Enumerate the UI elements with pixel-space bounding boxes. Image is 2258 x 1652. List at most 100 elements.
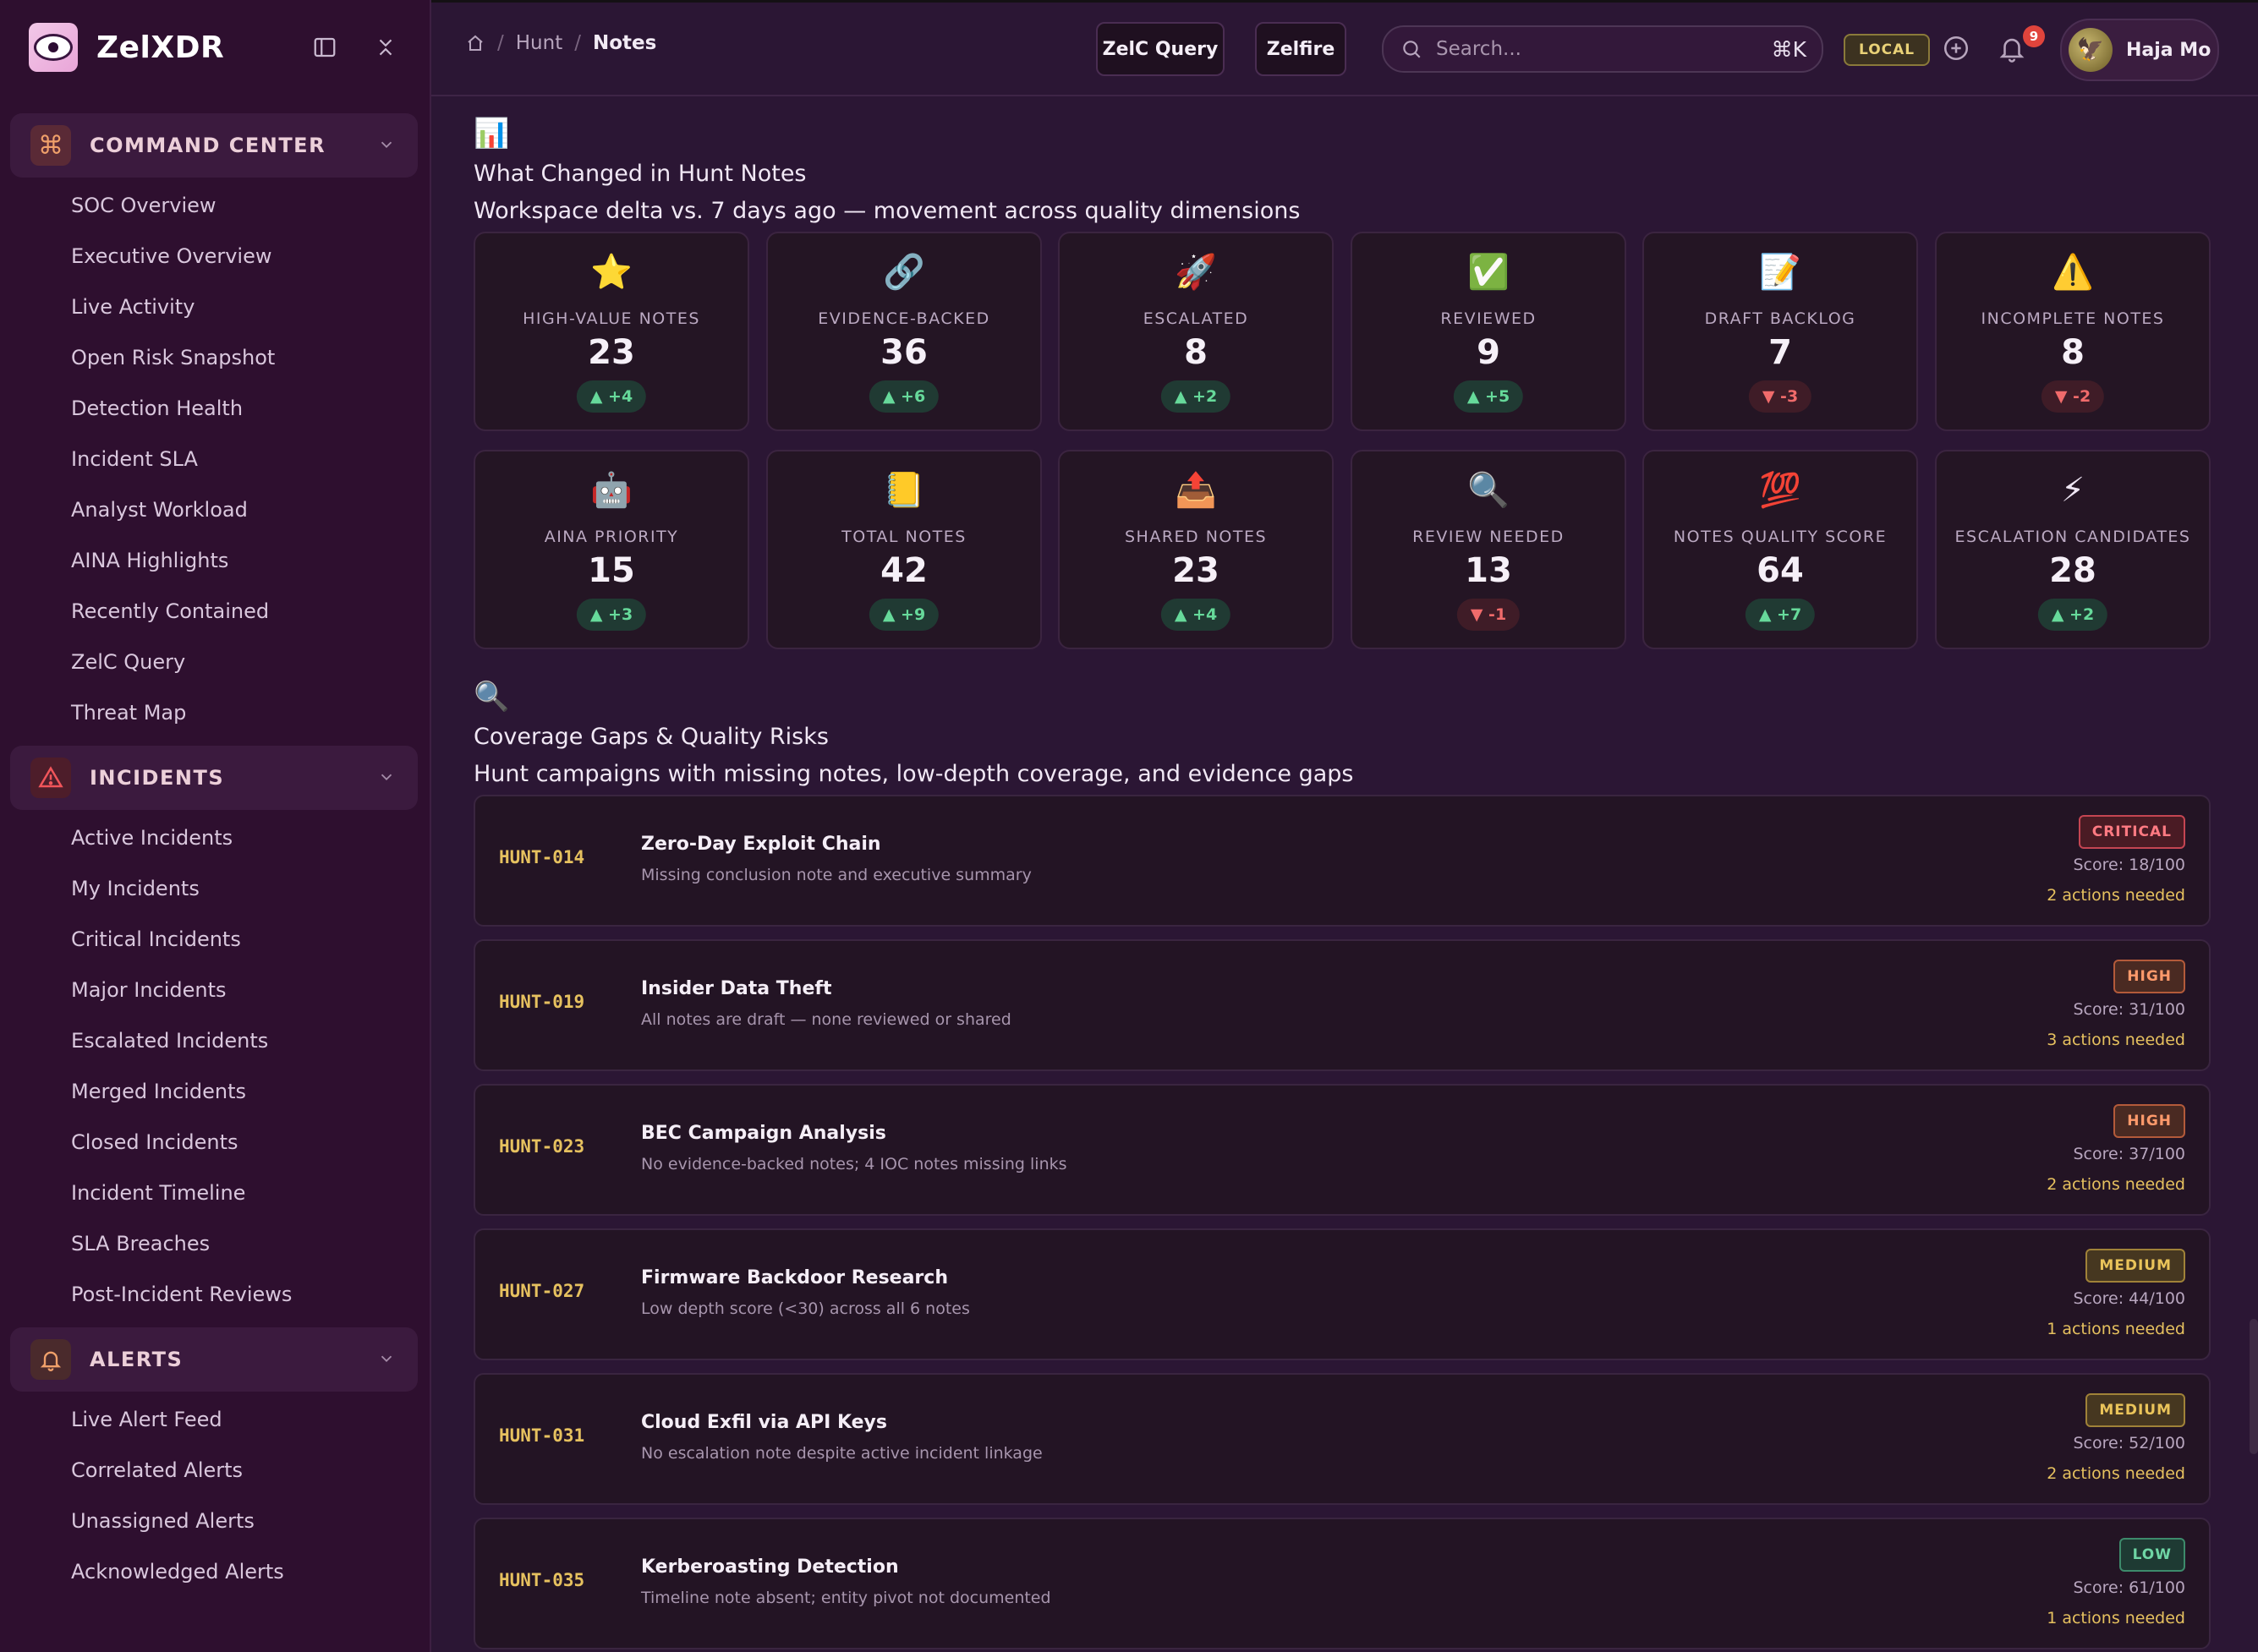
zelfire-button[interactable]: Zelfire: [1255, 22, 1346, 76]
stat-card[interactable]: ⚠️ INCOMPLETE NOTES 8 ▼ -2: [1935, 232, 2211, 431]
search-shortcut: ⌘K: [1771, 36, 1806, 62]
sidebar-item-analyst-workload[interactable]: Analyst Workload: [71, 498, 248, 522]
stat-label: ESCALATION CANDIDATES: [1954, 528, 2191, 546]
sidebar-item-zelc-query[interactable]: ZelC Query: [71, 650, 185, 674]
breadcrumb-hunt[interactable]: Hunt: [516, 32, 562, 54]
home-icon[interactable]: [465, 33, 485, 53]
stat-card[interactable]: ⭐ HIGH-VALUE NOTES 23 ▲ +4: [474, 232, 749, 431]
sidebar-item-detection-health[interactable]: Detection Health: [71, 397, 243, 420]
sidebar-item-incident-timeline[interactable]: Incident Timeline: [71, 1181, 245, 1205]
stat-icon: 🔗: [883, 253, 925, 292]
actions-needed[interactable]: 2 actions needed: [2047, 886, 2185, 905]
sidebar-item-my-incidents[interactable]: My Incidents: [71, 877, 200, 900]
quality-score: Score: 52/100: [2073, 1434, 2186, 1452]
stat-card[interactable]: 🚀 ESCALATED 8 ▲ +2: [1058, 232, 1334, 431]
sidebar-item-open-risk-snapshot[interactable]: Open Risk Snapshot: [71, 346, 275, 369]
sidebar-item-escalated-incidents[interactable]: Escalated Incidents: [71, 1029, 268, 1053]
stat-card[interactable]: ✅ REVIEWED 9 ▲ +5: [1351, 232, 1626, 431]
sidebar-item-incident-sla[interactable]: Incident SLA: [71, 447, 198, 471]
add-icon[interactable]: [1942, 34, 1970, 66]
stat-card[interactable]: ⚡ ESCALATION CANDIDATES 28 ▲ +2: [1935, 450, 2211, 649]
stat-label: REVIEWED: [1440, 309, 1537, 328]
search-icon: [1403, 41, 1421, 58]
hunt-id[interactable]: HUNT-035: [499, 1570, 584, 1590]
section-label: INCIDENTS: [90, 766, 225, 790]
sidebar-item-soc-overview[interactable]: SOC Overview: [71, 194, 216, 217]
gap-row[interactable]: HUNT-023 BEC Campaign Analysis No evidence…: [474, 1084, 2211, 1216]
actions-needed[interactable]: 3 actions needed: [2047, 1031, 2185, 1049]
stat-card[interactable]: 📝 DRAFT BACKLOG 7 ▼ -3: [1642, 232, 1918, 431]
sidebar-item-executive-overview[interactable]: Executive Overview: [71, 244, 271, 268]
stat-value: 15: [588, 551, 635, 590]
sidebar-item-closed-incidents[interactable]: Closed Incidents: [71, 1130, 238, 1154]
stat-icon: 📒: [883, 471, 925, 510]
section-alerts[interactable]: ALERTS: [10, 1327, 418, 1392]
stat-icon: 🤖: [590, 471, 633, 510]
search-input[interactable]: Search... ⌘K: [1382, 25, 1823, 73]
stat-card[interactable]: 📤 SHARED NOTES 23 ▲ +4: [1058, 450, 1334, 649]
gap-row[interactable]: HUNT-014 Zero-Day Exploit Chain Missing co…: [474, 795, 2211, 927]
stat-card[interactable]: 💯 NOTES QUALITY SCORE 64 ▲ +7: [1642, 450, 1918, 649]
sidebar-item-critical-incidents[interactable]: Critical Incidents: [71, 927, 241, 951]
hunt-gap-description: No evidence-backed notes; 4 IOC notes mi…: [641, 1155, 1067, 1173]
sidebar-item-sla-breaches[interactable]: SLA Breaches: [71, 1232, 210, 1255]
sidebar-item-acknowledged-alerts[interactable]: Acknowledged Alerts: [71, 1560, 284, 1584]
section-incidents[interactable]: INCIDENTS: [10, 746, 418, 810]
stat-icon: ⚠️: [2052, 253, 2094, 292]
stat-value: 7: [1768, 333, 1792, 372]
sidebar-item-unassigned-alerts[interactable]: Unassigned Alerts: [71, 1509, 255, 1533]
hunt-id[interactable]: HUNT-014: [499, 847, 584, 867]
changes-title: What Changed in Hunt Notes: [474, 161, 807, 187]
notifications-bell-icon[interactable]: [1998, 34, 2026, 66]
sidebar-item-threat-map[interactable]: Threat Map: [71, 701, 186, 725]
sidebar-item-live-alert-feed[interactable]: Live Alert Feed: [71, 1408, 222, 1431]
breadcrumb-separator: /: [497, 32, 504, 54]
gap-row[interactable]: HUNT-035 Kerberoasting Detection Timeline …: [474, 1518, 2211, 1649]
hunt-title: Firmware Backdoor Research: [641, 1267, 948, 1288]
gap-row[interactable]: HUNT-019 Insider Data Theft All notes are …: [474, 939, 2211, 1071]
stat-icon: 📝: [1759, 253, 1801, 292]
collapse-all-icon[interactable]: [369, 30, 403, 64]
hunt-id[interactable]: HUNT-027: [499, 1281, 584, 1301]
stat-label: DRAFT BACKLOG: [1704, 309, 1856, 328]
actions-needed[interactable]: 1 actions needed: [2047, 1320, 2185, 1338]
actions-needed[interactable]: 2 actions needed: [2047, 1175, 2185, 1194]
hunt-id[interactable]: HUNT-023: [499, 1136, 584, 1157]
hunt-id[interactable]: HUNT-019: [499, 992, 584, 1012]
stat-card[interactable]: 🤖 AINA PRIORITY 15 ▲ +3: [474, 450, 749, 649]
sidebar-item-aina-highlights[interactable]: AINA Highlights: [71, 549, 228, 572]
actions-needed[interactable]: 1 actions needed: [2047, 1609, 2185, 1627]
actions-needed[interactable]: 2 actions needed: [2047, 1464, 2185, 1483]
user-menu[interactable]: 🦅 Haja Mo: [2060, 19, 2219, 81]
stat-value: 42: [880, 551, 928, 590]
scrollbar-thumb[interactable]: [2250, 1319, 2258, 1454]
stat-card[interactable]: 📒 TOTAL NOTES 42 ▲ +9: [766, 450, 1042, 649]
sidebar-item-active-incidents[interactable]: Active Incidents: [71, 826, 233, 850]
hunt-gap-description: Low depth score (<30) across all 6 notes: [641, 1299, 970, 1318]
warning-icon: [30, 758, 71, 798]
sidebar-item-correlated-alerts[interactable]: Correlated Alerts: [71, 1458, 243, 1482]
quality-score: Score: 31/100: [2073, 1000, 2186, 1019]
stat-delta: ▲ +6: [869, 380, 940, 413]
quality-score: Score: 61/100: [2073, 1578, 2186, 1597]
gap-row[interactable]: HUNT-027 Firmware Backdoor Research Low de…: [474, 1228, 2211, 1360]
sidebar-item-post-incident-reviews[interactable]: Post-Incident Reviews: [71, 1283, 292, 1306]
sidebar-item-major-incidents[interactable]: Major Incidents: [71, 978, 227, 1002]
stat-card[interactable]: 🔗 EVIDENCE-BACKED 36 ▲ +6: [766, 232, 1042, 431]
section-command-center[interactable]: ⌘ COMMAND CENTER: [10, 113, 418, 178]
stat-label: ESCALATED: [1143, 309, 1249, 328]
sidebar-item-merged-incidents[interactable]: Merged Incidents: [71, 1080, 246, 1103]
hunt-title: Insider Data Theft: [641, 978, 832, 999]
stat-icon: 📤: [1175, 471, 1217, 510]
brand[interactable]: ZelXDR: [29, 20, 224, 74]
hunt-gap-description: Missing conclusion note and executive su…: [641, 866, 1032, 884]
gap-row[interactable]: HUNT-031 Cloud Exfil via API Keys No escal…: [474, 1373, 2211, 1505]
toggle-sidebar-icon[interactable]: [308, 30, 342, 64]
hunt-id[interactable]: HUNT-031: [499, 1425, 584, 1446]
stat-card[interactable]: 🔍 REVIEW NEEDED 13 ▼ -1: [1351, 450, 1626, 649]
zelc-query-button[interactable]: ZelC Query: [1096, 22, 1225, 76]
sidebar-item-live-activity[interactable]: Live Activity: [71, 295, 195, 319]
bell-icon: [30, 1339, 71, 1380]
search-placeholder: Search...: [1436, 38, 1521, 60]
sidebar-item-recently-contained[interactable]: Recently Contained: [71, 599, 269, 623]
